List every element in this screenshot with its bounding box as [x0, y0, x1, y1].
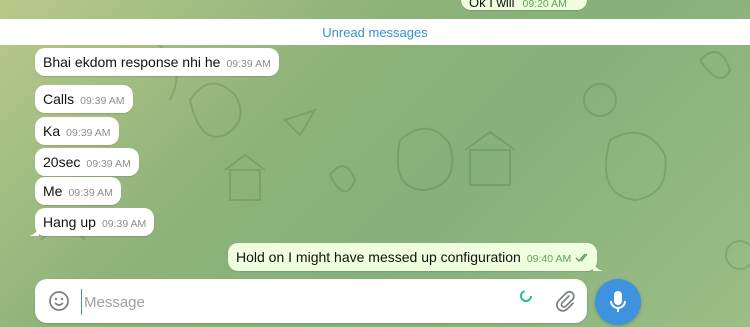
bubble-tail-icon — [593, 261, 604, 271]
voice-record-button[interactable] — [595, 279, 641, 325]
message-text: Bhai ekdom response nhi he — [43, 54, 221, 70]
previous-outgoing-message[interactable]: Ok I will 09:20 AM — [461, 0, 587, 10]
message-text: 20sec — [43, 154, 81, 170]
incoming-message[interactable]: Ka 09:39 AM — [35, 117, 119, 145]
incoming-message[interactable]: Me 09:39 AM — [35, 177, 121, 205]
outgoing-message[interactable]: Hold on I might have messed up configura… — [228, 243, 604, 271]
message-text: Hold on I might have messed up configura… — [236, 249, 521, 265]
message-text: Ka — [43, 123, 61, 139]
double-check-icon — [575, 253, 588, 263]
message-time: 09:20 AM — [522, 0, 567, 10]
message-text: Me — [43, 183, 63, 199]
incoming-message[interactable]: Hang up 09:39 AM — [29, 208, 155, 236]
emoji-icon[interactable] — [48, 290, 70, 312]
message-text: Hang up — [43, 214, 96, 230]
message-time: 09:39 AM — [86, 158, 131, 170]
message-time: 09:39 AM — [68, 187, 113, 199]
incoming-message[interactable]: 20sec 09:39 AM — [35, 148, 139, 176]
paperclip-icon[interactable] — [554, 290, 576, 312]
message-input[interactable] — [81, 289, 506, 315]
unread-messages-label: Unread messages — [322, 24, 428, 40]
incoming-message[interactable]: Bhai ekdom response nhi he 09:39 AM — [35, 48, 279, 76]
message-text: Ok I will — [469, 0, 515, 10]
message-composer — [35, 279, 587, 323]
message-text: Calls — [43, 91, 75, 107]
message-time: 09:39 AM — [66, 127, 111, 139]
message-time: 09:39 AM — [101, 218, 147, 230]
loading-spinner-icon — [520, 290, 532, 302]
unread-messages-divider: Unread messages — [0, 19, 750, 45]
microphone-icon — [610, 291, 626, 312]
message-time: 09:39 AM — [226, 58, 271, 70]
bubble-tail-icon — [29, 226, 39, 236]
incoming-message[interactable]: Calls 09:39 AM — [35, 85, 133, 113]
message-time: 09:39 AM — [80, 95, 125, 107]
message-time: 09:40 AM — [526, 253, 572, 265]
